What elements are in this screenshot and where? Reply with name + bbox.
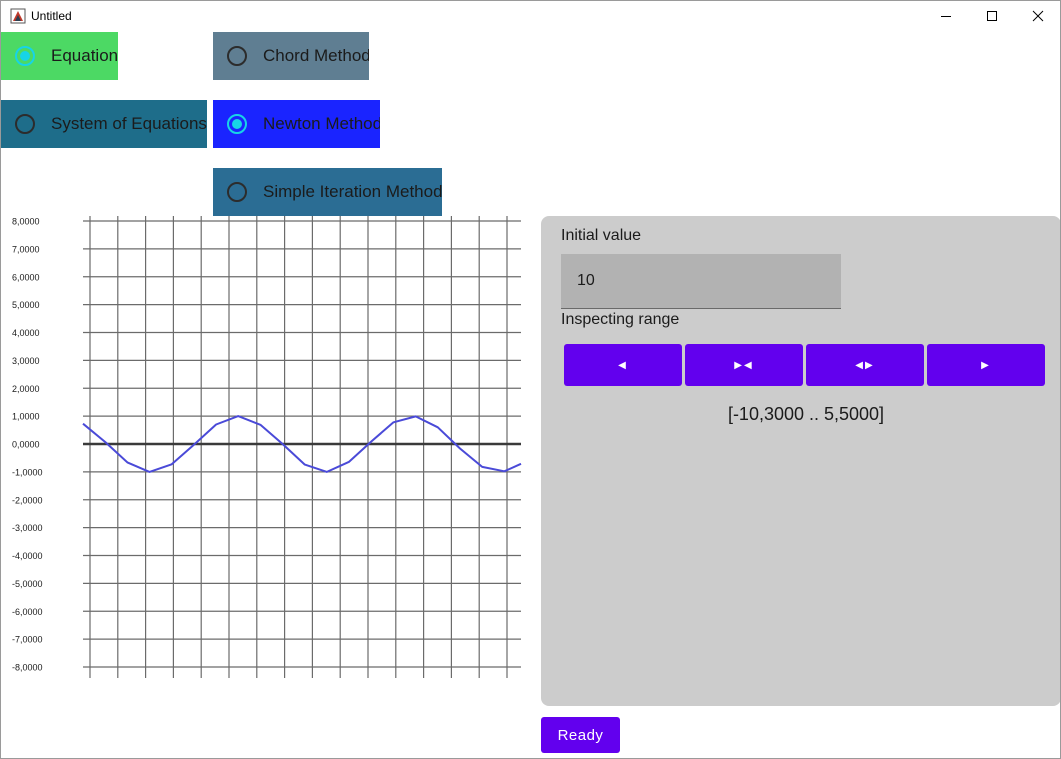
shift-left-button[interactable]: ◀ [564, 344, 682, 386]
y-tick-label: 7,0000 [12, 244, 40, 254]
radio-system-label: System of Equations [51, 114, 207, 133]
y-tick-label: -3,0000 [12, 523, 43, 533]
y-tick-label: -5,0000 [12, 579, 43, 589]
y-tick-label: 3,0000 [12, 356, 40, 366]
ready-button[interactable]: Ready [541, 717, 620, 753]
y-tick-label: -7,0000 [12, 635, 43, 645]
y-tick-label: 6,0000 [12, 272, 40, 282]
arrow-right-icon: ▶ [981, 359, 991, 371]
radio-unchecked-icon [227, 182, 247, 202]
narrow-range-button[interactable]: ▶◀ [685, 344, 803, 386]
radio-unchecked-icon [227, 46, 247, 66]
function-chart: 8,0000 7,0000 6,0000 5,0000 4,0000 3,0000 2,00… [12, 216, 522, 678]
y-tick-label: -6,0000 [12, 607, 43, 617]
radio-newton-label: Newton Method [263, 114, 380, 133]
y-tick-label: 4,0000 [12, 328, 40, 338]
range-display: [-10,3000 .. 5,5000] [727, 404, 885, 424]
y-tick-label: 1,0000 [12, 412, 40, 422]
radio-checked-icon [227, 114, 247, 134]
title-bar[interactable]: Untitled [1, 1, 1060, 31]
initial-value-text: 10 [577, 272, 595, 289]
maximize-button[interactable] [969, 1, 1015, 31]
y-tick-label: -8,0000 [12, 663, 43, 673]
shift-right-button[interactable]: ▶ [927, 344, 1045, 386]
y-tick-label: 2,0000 [12, 384, 40, 394]
y-tick-label: 0,0000 [12, 440, 40, 450]
java-app-icon [10, 8, 26, 24]
minimize-button[interactable] [923, 1, 969, 31]
y-tick-label: 5,0000 [12, 300, 40, 310]
y-tick-label: 8,0000 [12, 217, 40, 227]
inspecting-range-label: Inspecting range [561, 311, 680, 328]
y-tick-label: -4,0000 [12, 551, 43, 561]
maximize-icon [987, 11, 997, 21]
expand-arrows-icon: ◀▶ [855, 359, 875, 371]
close-icon [1032, 10, 1044, 22]
radio-simple-iteration-label: Simple Iteration Method [263, 182, 442, 201]
minimize-icon [941, 16, 951, 17]
collapse-arrows-icon: ▶◀ [734, 359, 754, 371]
radio-simple-iteration-method[interactable]: Simple Iteration Method [213, 168, 442, 216]
radio-chord-label: Chord Method [263, 46, 369, 65]
radio-equation[interactable]: Equation [1, 32, 118, 80]
radio-chord-method[interactable]: Chord Method [213, 32, 369, 80]
initial-value-input[interactable]: 10 [561, 254, 841, 309]
initial-value-label: Initial value [561, 227, 642, 244]
app-window: Untitled Equation System of Equations Ch… [0, 0, 1061, 759]
radio-system-of-equations[interactable]: System of Equations [1, 100, 207, 148]
window-title: Untitled [31, 9, 72, 23]
y-tick-label: -2,0000 [12, 495, 43, 505]
radio-equation-label: Equation [51, 46, 118, 65]
radio-newton-method[interactable]: Newton Method [213, 100, 380, 148]
widen-range-button[interactable]: ◀▶ [806, 344, 924, 386]
radio-checked-icon [15, 46, 35, 66]
parameters-panel: Initial value 10 Inspecting range ◀ ▶◀ ◀… [541, 216, 1060, 706]
y-tick-label: -1,0000 [12, 467, 43, 477]
radio-unchecked-icon [15, 114, 35, 134]
arrow-left-icon: ◀ [618, 359, 628, 371]
close-button[interactable] [1015, 1, 1060, 31]
